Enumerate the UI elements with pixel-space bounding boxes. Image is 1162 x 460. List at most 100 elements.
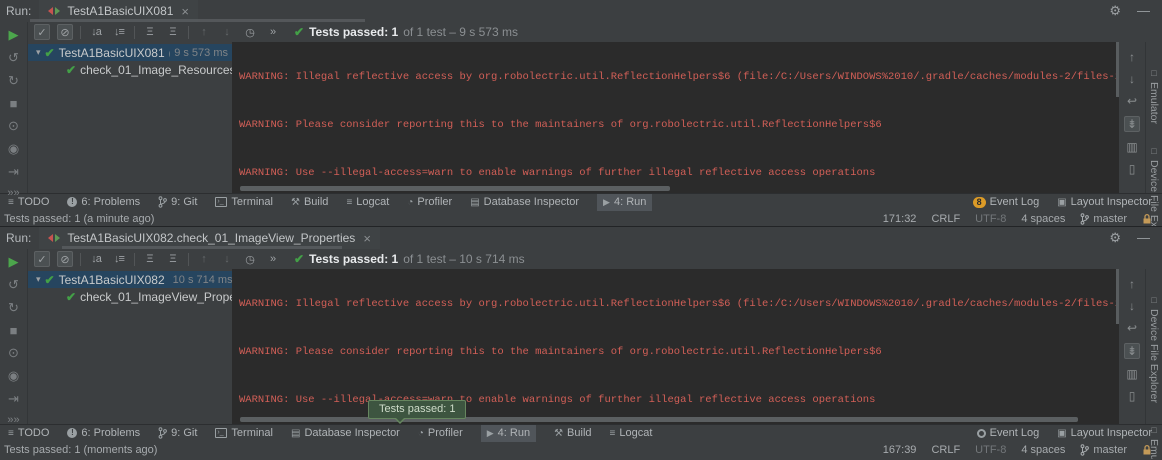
file-encoding[interactable]: UTF-8 — [975, 444, 1006, 456]
toolbar-button-problems[interactable]: !6: Problems — [67, 194, 140, 211]
line-ending[interactable]: CRLF — [931, 444, 960, 456]
lock-icon[interactable] — [1142, 444, 1152, 456]
attach-debugger-icon[interactable] — [8, 391, 19, 407]
dock-tab-emulator[interactable]: Emulator — [1148, 68, 1160, 124]
scroll-to-end-icon[interactable] — [1124, 343, 1140, 359]
screen-record-icon[interactable] — [8, 141, 19, 157]
toolbar-button-build[interactable]: Build — [291, 194, 328, 211]
lock-icon[interactable] — [1142, 213, 1152, 225]
attach-debugger-icon[interactable] — [8, 164, 19, 180]
rerun-button[interactable] — [9, 27, 19, 43]
line-ending[interactable]: CRLF — [931, 213, 960, 225]
sort-alphabetically-icon[interactable] — [88, 24, 104, 40]
indent-setting[interactable]: 4 spaces — [1021, 213, 1065, 225]
sort-by-duration-icon[interactable] — [111, 251, 127, 267]
toolbar-button-todo[interactable]: TODO — [8, 194, 49, 211]
up-stacktrace-icon[interactable] — [1129, 277, 1135, 291]
test-history-icon[interactable] — [242, 251, 258, 267]
screenshot-icon[interactable] — [8, 345, 19, 361]
toolbar-button-git[interactable]: 9: Git — [158, 194, 197, 211]
close-icon[interactable]: × — [363, 231, 371, 246]
down-stacktrace-icon[interactable] — [1129, 299, 1135, 313]
layout-inspector-button[interactable]: Layout Inspector — [1057, 194, 1152, 211]
caret-position[interactable]: 167:39 — [883, 444, 917, 456]
tab-scrollbar[interactable] — [30, 19, 365, 22]
toolbar-button-profiler[interactable]: Profiler — [418, 425, 463, 442]
expand-all-icon[interactable] — [142, 251, 158, 267]
toolbar-button-todo[interactable]: TODO — [8, 425, 49, 442]
console-output[interactable]: WARNING: Illegal reflective access by or… — [232, 269, 1119, 424]
show-ignored-icon[interactable] — [57, 251, 73, 267]
event-log-button[interactable]: Event Log — [977, 425, 1040, 442]
toolbar-button-database-inspector[interactable]: Database Inspector — [291, 425, 400, 442]
sort-alphabetically-icon[interactable] — [88, 251, 104, 267]
scroll-to-end-icon[interactable] — [1124, 116, 1140, 132]
print-icon[interactable] — [1126, 367, 1137, 381]
print-icon[interactable] — [1126, 140, 1137, 154]
show-passed-icon[interactable] — [34, 251, 50, 267]
show-ignored-icon[interactable] — [57, 24, 73, 40]
stop-icon[interactable] — [10, 96, 18, 111]
up-stacktrace-icon[interactable] — [1129, 50, 1135, 64]
profile-rerun-icon[interactable] — [8, 277, 19, 293]
toolbar-more-icon[interactable]: » — [265, 251, 281, 267]
clear-console-icon[interactable] — [1129, 389, 1136, 403]
previous-occurrence-icon[interactable] — [196, 24, 212, 40]
test-tree-root-row[interactable]: TestA1BasicUIX081 (org.aplas.basica 9 s … — [28, 44, 232, 61]
toolbar-button-problems[interactable]: !6: Problems — [67, 425, 140, 442]
screen-record-icon[interactable] — [8, 368, 19, 384]
chevron-down-icon[interactable] — [36, 47, 41, 58]
console-vertical-scrollbar[interactable] — [1116, 42, 1119, 97]
console-vertical-scrollbar[interactable] — [1116, 269, 1119, 324]
toolbar-button-terminal[interactable]: ›_Terminal — [215, 425, 273, 442]
collapse-all-icon[interactable] — [165, 24, 181, 40]
toolbar-button-logcat[interactable]: Logcat — [346, 194, 389, 211]
toolbar-button-run[interactable]: 4: Run — [597, 194, 652, 211]
profile-rerun-icon[interactable] — [8, 50, 19, 66]
tab-scrollbar[interactable] — [62, 246, 342, 249]
previous-occurrence-icon[interactable] — [196, 251, 212, 267]
toolbar-button-database-inspector[interactable]: Database Inspector — [470, 194, 579, 211]
toolbar-button-terminal[interactable]: ›_Terminal — [215, 194, 273, 211]
next-occurrence-icon[interactable] — [219, 251, 235, 267]
toolbar-button-build[interactable]: Build — [554, 425, 591, 442]
indent-setting[interactable]: 4 spaces — [1021, 444, 1065, 456]
soft-wrap-icon[interactable] — [1127, 321, 1137, 335]
show-passed-icon[interactable] — [34, 24, 50, 40]
layout-inspector-button[interactable]: Layout Inspector — [1057, 425, 1152, 442]
down-stacktrace-icon[interactable] — [1129, 72, 1135, 86]
test-tree-child-row[interactable]: check_01_ImageView_Properties 10 s 714 m… — [28, 288, 232, 305]
toolbar-more-icon[interactable]: » — [265, 24, 281, 40]
expand-all-icon[interactable] — [142, 24, 158, 40]
toolbar-button-logcat[interactable]: Logcat — [610, 425, 653, 442]
stop-icon[interactable] — [10, 323, 18, 338]
dock-tab-device-file-explorer[interactable]: Device File Explorer — [1148, 295, 1160, 403]
soft-wrap-icon[interactable] — [1127, 94, 1137, 108]
event-log-button[interactable]: 8Event Log — [973, 194, 1040, 211]
clear-console-icon[interactable] — [1129, 162, 1136, 176]
console-output[interactable]: WARNING: Illegal reflective access by or… — [232, 42, 1119, 193]
git-branch-widget[interactable]: master — [1080, 441, 1127, 458]
file-encoding[interactable]: UTF-8 — [975, 213, 1006, 225]
toolbar-button-profiler[interactable]: Profiler — [407, 194, 452, 211]
rerun-failed-tests-icon[interactable] — [8, 73, 19, 89]
test-tree-child-row[interactable]: check_01_Image_Resources 9 s 573 ms — [28, 61, 232, 78]
next-occurrence-icon[interactable] — [219, 24, 235, 40]
caret-position[interactable]: 171:32 — [883, 213, 917, 225]
collapse-all-icon[interactable] — [165, 251, 181, 267]
test-tree-root-row[interactable]: TestA1BasicUIX082 (org.aplas.basica 10 s… — [28, 271, 232, 288]
hide-panel-icon[interactable] — [1137, 230, 1150, 246]
console-horizontal-scrollbar[interactable] — [240, 186, 670, 191]
gear-icon[interactable] — [1109, 230, 1121, 246]
close-icon[interactable]: × — [181, 4, 189, 19]
chevron-down-icon[interactable] — [36, 274, 41, 285]
toolbar-button-git[interactable]: 9: Git — [158, 425, 197, 442]
test-history-icon[interactable] — [242, 24, 258, 40]
toolbar-button-run[interactable]: 4: Run — [481, 425, 536, 442]
screenshot-icon[interactable] — [8, 118, 19, 134]
rerun-button[interactable] — [9, 254, 19, 270]
gear-icon[interactable] — [1109, 3, 1121, 19]
hide-panel-icon[interactable] — [1137, 3, 1150, 19]
sort-by-duration-icon[interactable] — [111, 24, 127, 40]
console-horizontal-scrollbar[interactable] — [240, 417, 1078, 422]
